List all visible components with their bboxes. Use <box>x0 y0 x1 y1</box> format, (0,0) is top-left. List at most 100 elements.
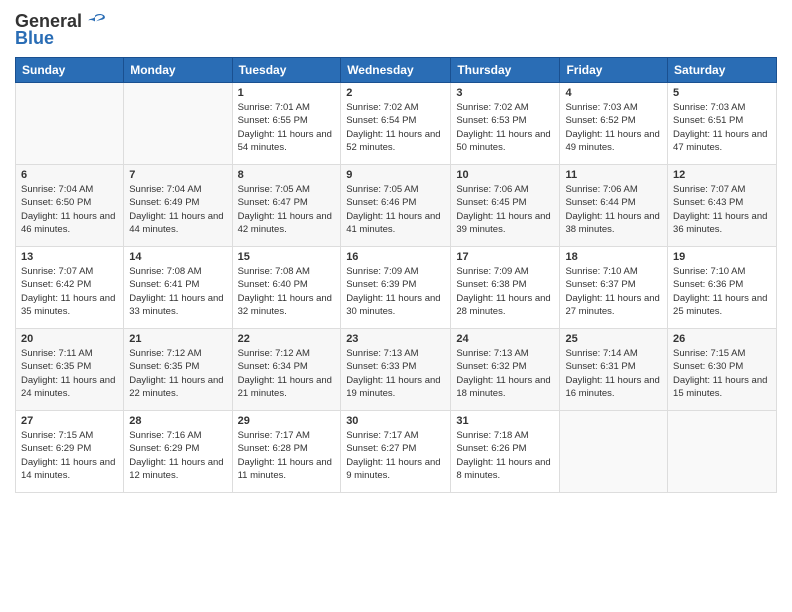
calendar-cell <box>16 83 124 165</box>
day-number: 22 <box>238 333 336 345</box>
daylight-text: Daylight: 11 hours and 54 minutes. <box>238 129 332 153</box>
sunrise-text: Sunrise: 7:03 AM <box>673 102 745 113</box>
daylight-text: Daylight: 11 hours and 33 minutes. <box>129 293 223 317</box>
calendar-cell: 24Sunrise: 7:13 AMSunset: 6:32 PMDayligh… <box>451 329 560 411</box>
sunrise-text: Sunrise: 7:09 AM <box>456 266 528 277</box>
sunset-text: Sunset: 6:31 PM <box>565 361 635 372</box>
daylight-text: Daylight: 11 hours and 18 minutes. <box>456 375 550 399</box>
day-info: Sunrise: 7:07 AMSunset: 6:43 PMDaylight:… <box>673 183 771 236</box>
sunset-text: Sunset: 6:28 PM <box>238 443 308 454</box>
daylight-text: Daylight: 11 hours and 28 minutes. <box>456 293 550 317</box>
weekday-header: Thursday <box>451 58 560 83</box>
day-info: Sunrise: 7:06 AMSunset: 6:45 PMDaylight:… <box>456 183 554 236</box>
sunrise-text: Sunrise: 7:06 AM <box>565 184 637 195</box>
sunrise-text: Sunrise: 7:15 AM <box>21 430 93 441</box>
calendar-cell: 27Sunrise: 7:15 AMSunset: 6:29 PMDayligh… <box>16 411 124 493</box>
day-number: 6 <box>21 169 118 181</box>
calendar-cell: 25Sunrise: 7:14 AMSunset: 6:31 PMDayligh… <box>560 329 668 411</box>
sunset-text: Sunset: 6:26 PM <box>456 443 526 454</box>
day-info: Sunrise: 7:10 AMSunset: 6:36 PMDaylight:… <box>673 265 771 318</box>
sunset-text: Sunset: 6:41 PM <box>129 279 199 290</box>
day-number: 16 <box>346 251 445 263</box>
sunset-text: Sunset: 6:47 PM <box>238 197 308 208</box>
daylight-text: Daylight: 11 hours and 27 minutes. <box>565 293 659 317</box>
day-info: Sunrise: 7:15 AMSunset: 6:29 PMDaylight:… <box>21 429 118 482</box>
day-number: 31 <box>456 415 554 427</box>
sunrise-text: Sunrise: 7:14 AM <box>565 348 637 359</box>
calendar-cell: 16Sunrise: 7:09 AMSunset: 6:39 PMDayligh… <box>341 247 451 329</box>
calendar-cell: 26Sunrise: 7:15 AMSunset: 6:30 PMDayligh… <box>668 329 777 411</box>
sunrise-text: Sunrise: 7:10 AM <box>565 266 637 277</box>
day-info: Sunrise: 7:08 AMSunset: 6:40 PMDaylight:… <box>238 265 336 318</box>
sunrise-text: Sunrise: 7:07 AM <box>673 184 745 195</box>
sunset-text: Sunset: 6:27 PM <box>346 443 416 454</box>
header: General Blue <box>15 10 777 49</box>
day-number: 9 <box>346 169 445 181</box>
day-number: 4 <box>565 87 662 99</box>
day-info: Sunrise: 7:03 AMSunset: 6:52 PMDaylight:… <box>565 101 662 154</box>
sunset-text: Sunset: 6:43 PM <box>673 197 743 208</box>
calendar-cell <box>668 411 777 493</box>
sunset-text: Sunset: 6:46 PM <box>346 197 416 208</box>
sunrise-text: Sunrise: 7:09 AM <box>346 266 418 277</box>
sunset-text: Sunset: 6:55 PM <box>238 115 308 126</box>
sunset-text: Sunset: 6:51 PM <box>673 115 743 126</box>
day-number: 30 <box>346 415 445 427</box>
daylight-text: Daylight: 11 hours and 47 minutes. <box>673 129 767 153</box>
sunrise-text: Sunrise: 7:12 AM <box>129 348 201 359</box>
daylight-text: Daylight: 11 hours and 15 minutes. <box>673 375 767 399</box>
calendar-cell: 21Sunrise: 7:12 AMSunset: 6:35 PMDayligh… <box>124 329 232 411</box>
day-number: 19 <box>673 251 771 263</box>
day-number: 23 <box>346 333 445 345</box>
sunrise-text: Sunrise: 7:06 AM <box>456 184 528 195</box>
sunset-text: Sunset: 6:37 PM <box>565 279 635 290</box>
day-info: Sunrise: 7:02 AMSunset: 6:54 PMDaylight:… <box>346 101 445 154</box>
day-number: 11 <box>565 169 662 181</box>
calendar-cell: 9Sunrise: 7:05 AMSunset: 6:46 PMDaylight… <box>341 165 451 247</box>
calendar-cell: 5Sunrise: 7:03 AMSunset: 6:51 PMDaylight… <box>668 83 777 165</box>
sunrise-text: Sunrise: 7:08 AM <box>129 266 201 277</box>
sunset-text: Sunset: 6:34 PM <box>238 361 308 372</box>
day-number: 1 <box>238 87 336 99</box>
day-info: Sunrise: 7:17 AMSunset: 6:28 PMDaylight:… <box>238 429 336 482</box>
sunset-text: Sunset: 6:35 PM <box>129 361 199 372</box>
day-info: Sunrise: 7:13 AM Sunset: 6:32 PM Daylight:… <box>456 347 554 400</box>
day-info: Sunrise: 7:14 AMSunset: 6:31 PMDaylight:… <box>565 347 662 400</box>
daylight-text: Daylight: 11 hours and 52 minutes. <box>346 129 440 153</box>
sunset-text: Sunset: 6:44 PM <box>565 197 635 208</box>
day-info: Sunrise: 7:12 AMSunset: 6:35 PMDaylight:… <box>129 347 226 400</box>
day-info: Sunrise: 7:04 AMSunset: 6:50 PMDaylight:… <box>21 183 118 236</box>
day-info: Sunrise: 7:17 AMSunset: 6:27 PMDaylight:… <box>346 429 445 482</box>
sunset-text: Sunset: 6:30 PM <box>673 361 743 372</box>
day-number: 7 <box>129 169 226 181</box>
calendar-cell: 11Sunrise: 7:06 AMSunset: 6:44 PMDayligh… <box>560 165 668 247</box>
sunrise-text: Sunrise: 7:03 AM <box>565 102 637 113</box>
sunset-text: Sunset: 6:40 PM <box>238 279 308 290</box>
sunrise-text: Sunrise: 7:17 AM <box>346 430 418 441</box>
day-number: 15 <box>238 251 336 263</box>
sunrise-text: Sunrise: 7:13 AM <box>456 348 528 359</box>
calendar-cell: 17Sunrise: 7:09 AMSunset: 6:38 PMDayligh… <box>451 247 560 329</box>
weekday-header: Friday <box>560 58 668 83</box>
calendar-week-row: 20Sunrise: 7:11 AMSunset: 6:35 PMDayligh… <box>16 329 777 411</box>
weekday-header: Sunday <box>16 58 124 83</box>
day-number: 3 <box>456 87 554 99</box>
calendar-cell: 19 Sunrise: 7:10 AMSunset: 6:36 PMDayligh… <box>668 247 777 329</box>
day-number: 28 <box>129 415 226 427</box>
calendar-cell: 22Sunrise: 7:12 AMSunset: 6:34 PMDayligh… <box>232 329 341 411</box>
logo-bird-icon <box>84 10 106 32</box>
day-info: Sunrise: 7:03 AM Sunset: 6:51 PM Daylight:… <box>673 101 771 154</box>
sunset-text: Sunset: 6:32 PM <box>456 361 526 372</box>
day-number: 26 <box>673 333 771 345</box>
calendar-week-row: 27Sunrise: 7:15 AMSunset: 6:29 PMDayligh… <box>16 411 777 493</box>
daylight-text: Daylight: 11 hours and 24 minutes. <box>21 375 115 399</box>
day-info: Sunrise: 7:11 AMSunset: 6:35 PMDaylight:… <box>21 347 118 400</box>
daylight-text: Daylight: 11 hours and 19 minutes. <box>346 375 440 399</box>
calendar-cell: 15 Sunrise: 7:08 AMSunset: 6:40 PMDayligh… <box>232 247 341 329</box>
day-info: Sunrise: 7:05 AMSunset: 6:47 PMDaylight:… <box>238 183 336 236</box>
calendar-cell: 13Sunrise: 7:07 AMSunset: 6:42 PMDayligh… <box>16 247 124 329</box>
sunrise-text: Sunrise: 7:11 AM <box>21 348 93 359</box>
day-number: 20 <box>21 333 118 345</box>
day-number: 10 <box>456 169 554 181</box>
daylight-text: Daylight: 11 hours and 49 minutes. <box>565 129 659 153</box>
